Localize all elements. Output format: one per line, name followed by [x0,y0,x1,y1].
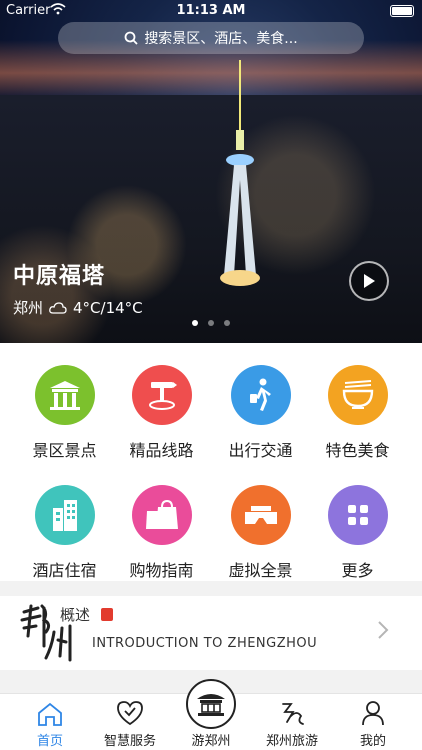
search-icon [124,31,138,45]
weather-range: 4°C/14°C [73,298,143,317]
status-bar: Carrier 11:13 AM [0,0,422,22]
chevron-right-icon [378,621,389,639]
carousel-dot[interactable] [208,320,214,326]
noodle-bowl-icon [342,380,373,409]
category-shopping[interactable]: 购物指南 [109,485,214,581]
category-more[interactable]: 更多 [305,485,410,581]
category-icon-bg [131,365,192,425]
category-label: 更多 [341,561,374,580]
hero-title: 中原福塔 [13,264,106,289]
category-label: 出行交通 [228,441,293,460]
tab-mine[interactable]: 我的 [331,694,415,749]
tab-label: 郑州旅游 [265,734,318,749]
category-icon-bg [327,485,388,545]
tab-label: 游郑州 [191,734,231,749]
vr-goggles-icon [244,506,277,524]
category-label: 虚拟全景 [228,561,293,580]
dragon-icon [282,703,304,725]
tab-label: 智慧服务 [103,734,156,749]
search-bar[interactable]: 搜索景区、酒店、美食... [58,22,364,54]
search-placeholder: 搜索景区、酒店、美食... [144,31,298,47]
category-transport[interactable]: 出行交通 [208,365,313,461]
category-label: 特色美食 [325,441,390,460]
intro-card[interactable]: 概述 INTRODUCTION TO ZHENGZHOU [0,596,422,670]
category-icon-bg [131,485,192,545]
category-label: 酒店住宿 [32,561,97,580]
tab-home[interactable]: 首页 [8,694,92,749]
city-name: 郑州 [13,299,44,317]
intro-title: 概述 [60,606,91,624]
shopping-bag-icon [145,499,178,529]
category-icon-bg [230,485,291,545]
heart-check-icon [117,701,143,726]
hero-weather: 郑州 4°C/14°C [13,297,143,318]
category-grid: 景区景点 精品线路 出行交通 特色美食 酒店住宿 购物指南 虚拟全景 更多 [0,343,422,581]
pavilion-icon [197,694,225,716]
hero-banner[interactable]: Carrier 11:13 AM 搜索景区、酒店、美食... 中原福塔 郑州 4… [0,0,422,343]
tab-label: 首页 [36,734,63,749]
tab-zhengzhou-travel[interactable]: 郑州旅游 [250,694,334,749]
play-video-button[interactable] [349,261,389,301]
category-icon-bg [34,365,95,425]
category-label: 精品线路 [129,441,194,460]
tab-smart-services[interactable]: 智慧服务 [88,694,172,749]
signpost-icon [148,382,177,410]
tv-tower-image [220,60,260,286]
grid-dots-icon [347,505,368,525]
carousel-dot[interactable] [192,320,198,326]
intro-subtitle: INTRODUCTION TO ZHENGZHOU [92,636,318,651]
category-food[interactable]: 特色美食 [305,365,410,461]
home-icon [38,702,62,726]
category-icon-bg [230,365,291,425]
battery-icon [390,5,414,17]
walking-person-icon [249,378,271,411]
category-icon-bg [34,485,95,545]
category-routes[interactable]: 精品线路 [109,365,214,461]
cloud-icon [49,301,67,314]
category-label: 景区景点 [32,441,97,460]
category-scenic-spots[interactable]: 景区景点 [12,365,117,461]
category-label: 购物指南 [129,561,194,580]
tab-label: 我的 [359,734,386,749]
category-vr-tour[interactable]: 虚拟全景 [208,485,313,581]
carousel-dot[interactable] [224,320,230,326]
person-icon [362,701,384,726]
gate-icon [49,381,80,410]
clock: 11:13 AM [176,3,246,18]
play-icon [364,274,375,288]
category-hotels[interactable]: 酒店住宿 [12,485,117,581]
red-seal-stamp [101,608,113,621]
carousel-indicator [0,320,422,326]
hotel-building-icon [52,500,77,531]
category-icon-bg [327,365,388,425]
tab-tour-zhengzhou-emblem[interactable] [186,679,236,729]
